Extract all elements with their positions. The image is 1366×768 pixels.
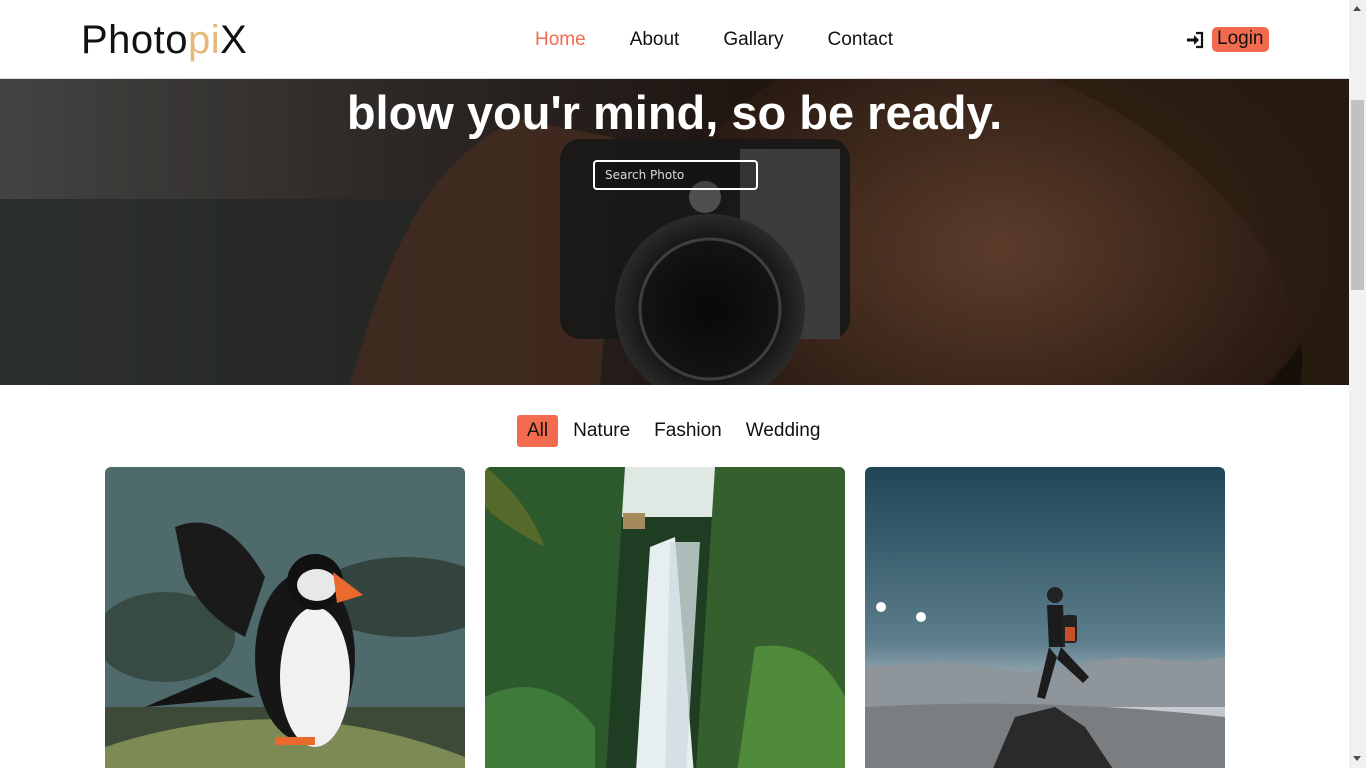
main-nav: Home About Gallary Contact [535, 29, 937, 51]
gallery-card-hiker[interactable] [865, 467, 1225, 768]
hiker-photo [865, 467, 1225, 768]
filter-fashion[interactable]: Fashion [654, 420, 722, 442]
waterfall-photo [485, 467, 845, 768]
filter-all[interactable]: All [517, 415, 559, 447]
login-button[interactable]: Login [1212, 27, 1269, 52]
site-header: PhotopiX Home About Gallary Contact Logi… [0, 0, 1349, 79]
nav-about[interactable]: About [630, 29, 680, 51]
logo-prefix: Photo [81, 18, 189, 62]
nav-gallery[interactable]: Gallary [723, 29, 783, 51]
hero-title: blow you'r mind, so be ready. [346, 86, 1003, 139]
filter-nature[interactable]: Nature [573, 420, 630, 442]
login-arrow-icon[interactable] [1186, 31, 1204, 49]
nav-contact[interactable]: Contact [828, 29, 893, 51]
login-area[interactable]: Login [1186, 27, 1269, 52]
page-scrollbar[interactable] [1349, 0, 1366, 768]
scrollbar-thumb[interactable] [1351, 100, 1364, 290]
search-input[interactable] [593, 160, 758, 190]
puffin-photo [105, 467, 465, 768]
gallery-card-puffin[interactable] [105, 467, 465, 768]
filter-wedding[interactable]: Wedding [746, 420, 821, 442]
nav-home[interactable]: Home [535, 29, 586, 51]
gallery-filters: All Nature Fashion Wedding [517, 415, 844, 447]
scroll-down-arrow-icon[interactable] [1353, 756, 1361, 761]
scroll-up-arrow-icon[interactable] [1353, 6, 1361, 11]
site-logo[interactable]: PhotopiX [81, 18, 247, 63]
hero-banner: blow you'r mind, so be ready. [0, 79, 1349, 385]
logo-accent: pi [188, 18, 221, 62]
logo-suffix: X [220, 18, 248, 62]
gallery-card-waterfall[interactable] [485, 467, 845, 768]
